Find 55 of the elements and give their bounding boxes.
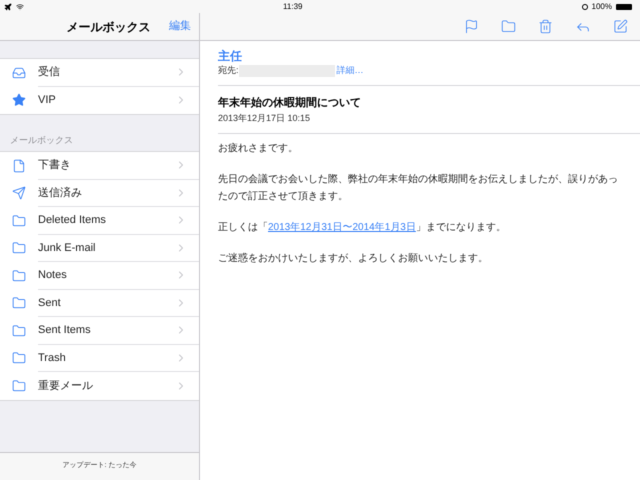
mailbox-row[interactable]: 重要メール: [0, 372, 199, 400]
sender-name[interactable]: 主任: [218, 49, 640, 64]
mailbox-label: Trash: [38, 350, 67, 366]
star-icon: [12, 93, 26, 108]
message-paragraph: ご迷惑をおかけいたしますが、よろしくお願いいたします。: [218, 252, 489, 266]
message-subject: 年末年始の休暇期間について: [218, 96, 362, 111]
mailbox-label: 重要メール: [38, 378, 94, 394]
flag-icon[interactable]: [464, 19, 479, 34]
mailbox-row[interactable]: VIP: [0, 86, 199, 114]
mailbox-label: 下書き: [38, 158, 72, 173]
folder-icon: [12, 296, 26, 310]
mailbox-label: Junk E-mail: [38, 240, 96, 256]
message-paragraph: お疲れさまです。: [218, 142, 299, 156]
paper-plane-icon: [12, 186, 26, 200]
compose-icon[interactable]: [613, 19, 628, 34]
document-icon: [12, 158, 26, 173]
mailbox-row[interactable]: Notes: [0, 262, 199, 290]
mailbox-row[interactable]: 下書き: [0, 152, 199, 180]
mailbox-label: Sent Items: [38, 323, 92, 338]
mailbox-row[interactable]: Junk E-mail: [0, 234, 199, 262]
mailbox-label: 受信: [38, 64, 61, 80]
folder-icon: [12, 351, 26, 366]
mailbox-row[interactable]: 送信済み: [0, 180, 199, 207]
status-time: 11:39: [282, 0, 304, 12]
battery-icon: [616, 4, 632, 10]
message-date: 2013年12月17日 10:15: [218, 112, 312, 125]
mailbox-label: Notes: [38, 268, 68, 283]
edit-button[interactable]: 編集: [169, 18, 191, 35]
folder-icon: [12, 324, 26, 338]
folder-icon: [12, 268, 26, 283]
mailbox-row[interactable]: 受信: [0, 59, 199, 86]
folder-icon[interactable]: [501, 19, 516, 34]
trash-icon[interactable]: [538, 19, 553, 34]
mailbox-label: Sent: [38, 296, 62, 310]
wifi-icon: [16, 2, 24, 10]
message-paragraph: 先日の会議でお会いした際、弊社の年末年始の休暇期間をお伝えしましたが、誤りがあったので訂正させて頂きます。: [218, 172, 618, 204]
sidebar-title: メールボックス: [66, 18, 152, 36]
section-header: メールボックス: [10, 134, 73, 146]
date-link[interactable]: 2013年12月31日〜2014年1月3日: [268, 222, 416, 233]
folder-icon: [12, 378, 26, 393]
airplane-icon: [4, 2, 12, 10]
to-label: 宛先:: [218, 64, 239, 77]
mailbox-label: VIP: [38, 93, 57, 108]
folder-icon: [12, 214, 26, 228]
mailbox-row[interactable]: Sent: [0, 290, 199, 317]
message-paragraph: 正しくは「2013年12月31日〜2014年1月3日」までになります。: [218, 220, 507, 235]
folder-icon: [12, 241, 26, 256]
mailbox-label: Deleted Items: [38, 213, 107, 228]
battery-percent: 100%: [592, 0, 612, 12]
mailbox-label: 送信済み: [38, 186, 83, 200]
inbox-icon: [12, 66, 26, 80]
mailbox-row[interactable]: Sent Items: [0, 317, 199, 344]
details-link[interactable]: 詳細…: [336, 64, 364, 77]
mailbox-row[interactable]: Deleted Items: [0, 207, 199, 234]
mailbox-row[interactable]: Trash: [0, 344, 199, 372]
